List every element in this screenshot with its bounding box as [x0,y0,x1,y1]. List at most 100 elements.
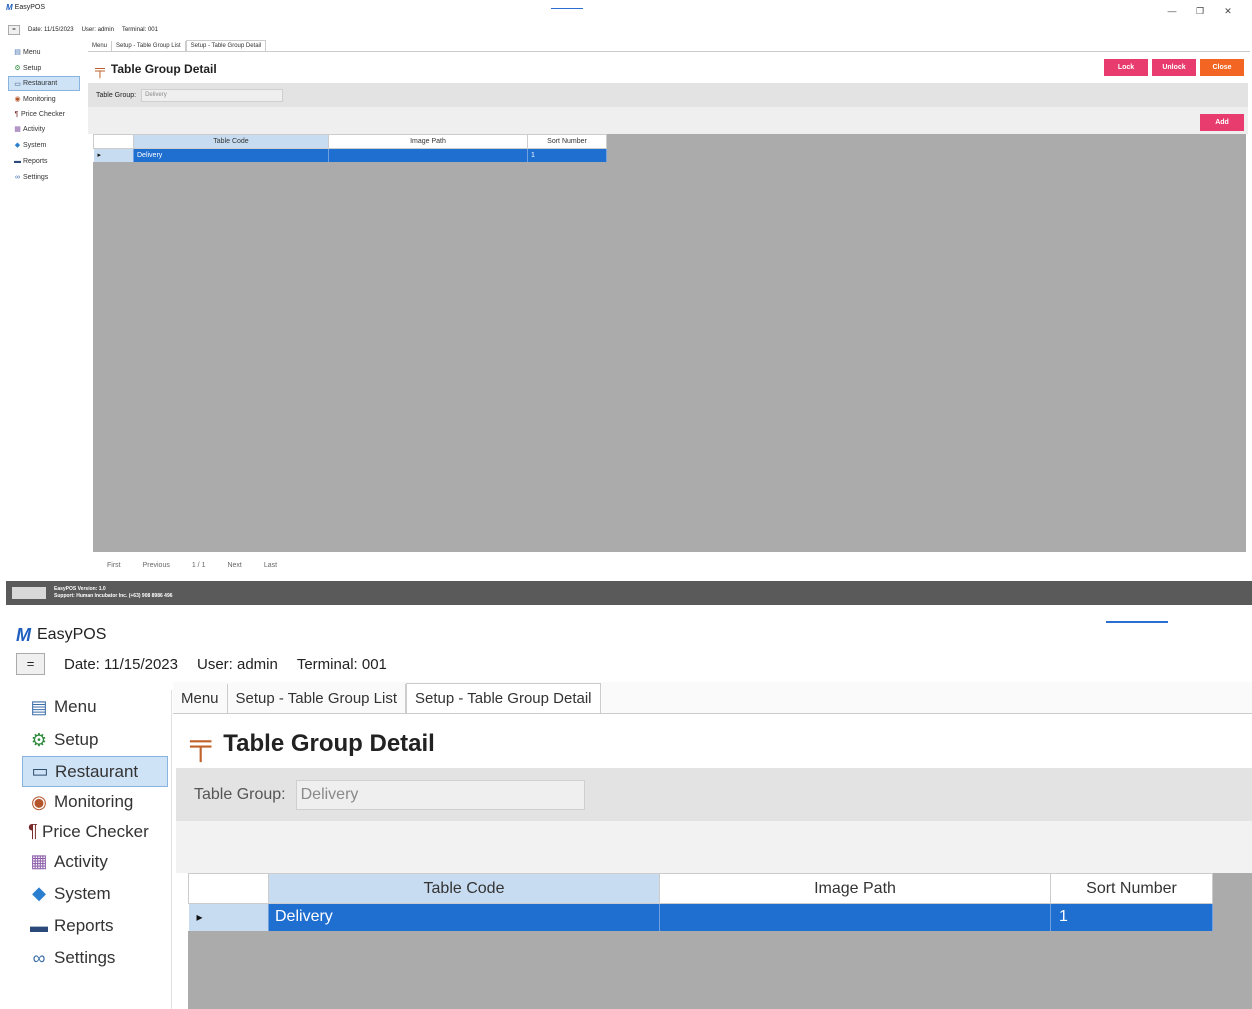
company-logo-icon [12,587,46,599]
action-bar: Add [88,107,1248,134]
tab-table-group-list[interactable]: Setup - Table Group List [228,684,407,713]
page-header: ╤ Table Group Detail [190,726,435,762]
price-checker-icon: ¶ [14,110,19,118]
sidebar-item-label: Reports [23,157,48,165]
sidebar-item-settings[interactable]: ∞ Settings [8,169,80,185]
sidebar-item-label: System [23,141,47,149]
title-bar: M EasyPOS [0,624,1252,646]
sidebar-item-label: Settings [54,948,116,967]
sidebar-item-monitoring[interactable]: ◉ Monitoring [12,787,171,817]
sidebar-item-label: Menu [54,697,97,716]
pager-previous-button[interactable]: Previous [143,562,170,569]
app-logo-icon: M [6,2,13,12]
detail-grid: Table Code Image Path Sort Number ▸ Deli… [188,873,1213,931]
sidebar-item-menu[interactable]: ▤ Menu [12,690,171,724]
column-header[interactable]: Sort Number [527,134,607,149]
settings-icon: ∞ [15,173,20,181]
settings-icon: ∞ [32,947,46,968]
close-icon[interactable]: ✕ [1214,6,1242,17]
user-label: User: admin [196,655,278,673]
monitoring-icon: ◉ [31,791,47,812]
sidebar-item-menu[interactable]: ▤ Menu [8,44,80,60]
date-label: Date: 11/15/2023 [64,655,178,673]
tab-table-group-detail[interactable]: Setup - Table Group Detail [185,40,267,51]
sidebar-item-reports[interactable]: ▬ Reports [12,910,171,942]
sidebar-item-system[interactable]: ◆ System [12,877,171,910]
column-header[interactable]: Table Code [268,873,660,904]
image-path-cell[interactable] [659,903,1051,931]
reports-icon: ▬ [14,157,21,165]
sidebar-item-restaurant[interactable]: ▭ Restaurant [8,76,80,91]
sidebar-item-label: Menu [23,48,41,56]
table-icon: ╤ [190,727,212,760]
table-code-cell[interactable]: Delivery [133,148,329,162]
sort-number-cell[interactable]: 1 [527,148,607,162]
table-icon: ╤ [95,61,105,77]
restore-icon[interactable]: ❐ [1186,6,1214,17]
pager-last-button[interactable]: Last [264,562,277,569]
tab-menu[interactable]: Menu [88,41,113,51]
sidebar-item-label: Reports [54,916,114,935]
pager-first-button[interactable]: First [107,562,121,569]
grid-header-row: Table Code Image Path Sort Number [188,873,1213,904]
sidebar-item-price-checker[interactable]: ¶ Price Checker [8,107,80,121]
image-path-cell[interactable] [328,148,528,162]
lock-button[interactable]: Lock [1104,59,1148,76]
activity-icon: ▦ [14,126,21,133]
window-handle [551,8,583,9]
header-actions: Lock Unlock Close [1104,59,1244,76]
sidebar-item-activity[interactable]: ▦ Activity [12,846,171,877]
unlock-button[interactable]: Unlock [1152,59,1196,76]
sidebar-item-reports[interactable]: ▬ Reports [8,153,80,169]
title-bar: M EasyPOS [0,0,1252,14]
tab-table-group-detail[interactable]: Setup - Table Group Detail [406,683,601,713]
table-code-cell[interactable]: Delivery [268,903,660,931]
sidebar-item-restaurant[interactable]: ▭ Restaurant [22,756,168,787]
sidebar-item-price-checker[interactable]: ¶ Price Checker [12,817,171,846]
pager-next-button[interactable]: Next [227,562,241,569]
tab-table-group-list[interactable]: Setup - Table Group List [112,41,186,51]
sidebar-item-activity[interactable]: ▦ Activity [8,121,80,137]
sort-number-cell[interactable]: 1 [1050,903,1213,931]
sidebar-item-setup[interactable]: ⚙ Setup [8,60,80,76]
column-header[interactable]: Image Path [659,873,1051,904]
tab-bar: Menu Setup - Table Group List Setup - Ta… [88,38,1250,52]
support-label: Support: Human Incubator Inc. (+63) 908 … [54,593,173,599]
table-group-input[interactable]: Delivery [295,779,585,810]
grid-header-row: Table Code Image Path Sort Number [93,134,607,149]
table-group-input[interactable]: Delivery [141,88,284,102]
window-controls: — ❐ ✕ [1158,6,1242,17]
row-selector-icon[interactable]: ▸ [188,903,269,931]
tab-menu[interactable]: Menu [173,684,228,713]
app-window-zoomed: M EasyPOS = Date: 11/15/2023 User: admin… [0,606,1252,1009]
action-bar [176,821,1252,873]
sidebar-item-label: Monitoring [54,792,134,811]
price-checker-icon: ¶ [28,821,38,841]
tab-bar: Menu Setup - Table Group List Setup - Ta… [173,682,1252,714]
table-row[interactable]: ▸ Delivery 1 [188,903,1213,931]
minimize-icon[interactable]: — [1158,6,1186,17]
row-selector-icon[interactable]: ▸ [93,148,134,162]
menu-toggle-button[interactable]: = [8,25,20,35]
column-header[interactable]: Image Path [328,134,528,149]
column-header[interactable]: Table Code [133,134,329,149]
menu-icon: ▤ [30,696,48,717]
sidebar-item-setup[interactable]: ⚙ Setup [12,724,171,756]
sidebar-item-settings[interactable]: ∞ Settings [12,942,171,974]
column-header[interactable]: Sort Number [1050,873,1213,904]
terminal-label: Terminal: 001 [296,655,387,673]
close-button[interactable]: Close [1200,59,1244,76]
table-row[interactable]: ▸ Delivery 1 [93,148,607,162]
app-title: EasyPOS [14,3,46,11]
sidebar-item-system[interactable]: ◆ System [8,137,80,153]
sidebar-item-label: Price Checker [42,821,149,841]
system-icon: ◆ [14,142,21,149]
window-handle [1106,621,1168,623]
info-bar: = Date: 11/15/2023 User: admin Terminal:… [16,653,387,675]
table-group-field-bar: Table Group: Delivery [88,83,1248,107]
sidebar-item-monitoring[interactable]: ◉ Monitoring [8,91,80,107]
sidebar-item-label: Activity [54,851,108,871]
menu-toggle-button[interactable]: = [16,653,45,675]
page-header: ╤ Table Group Detail [95,58,217,80]
add-button[interactable]: Add [1200,114,1244,131]
